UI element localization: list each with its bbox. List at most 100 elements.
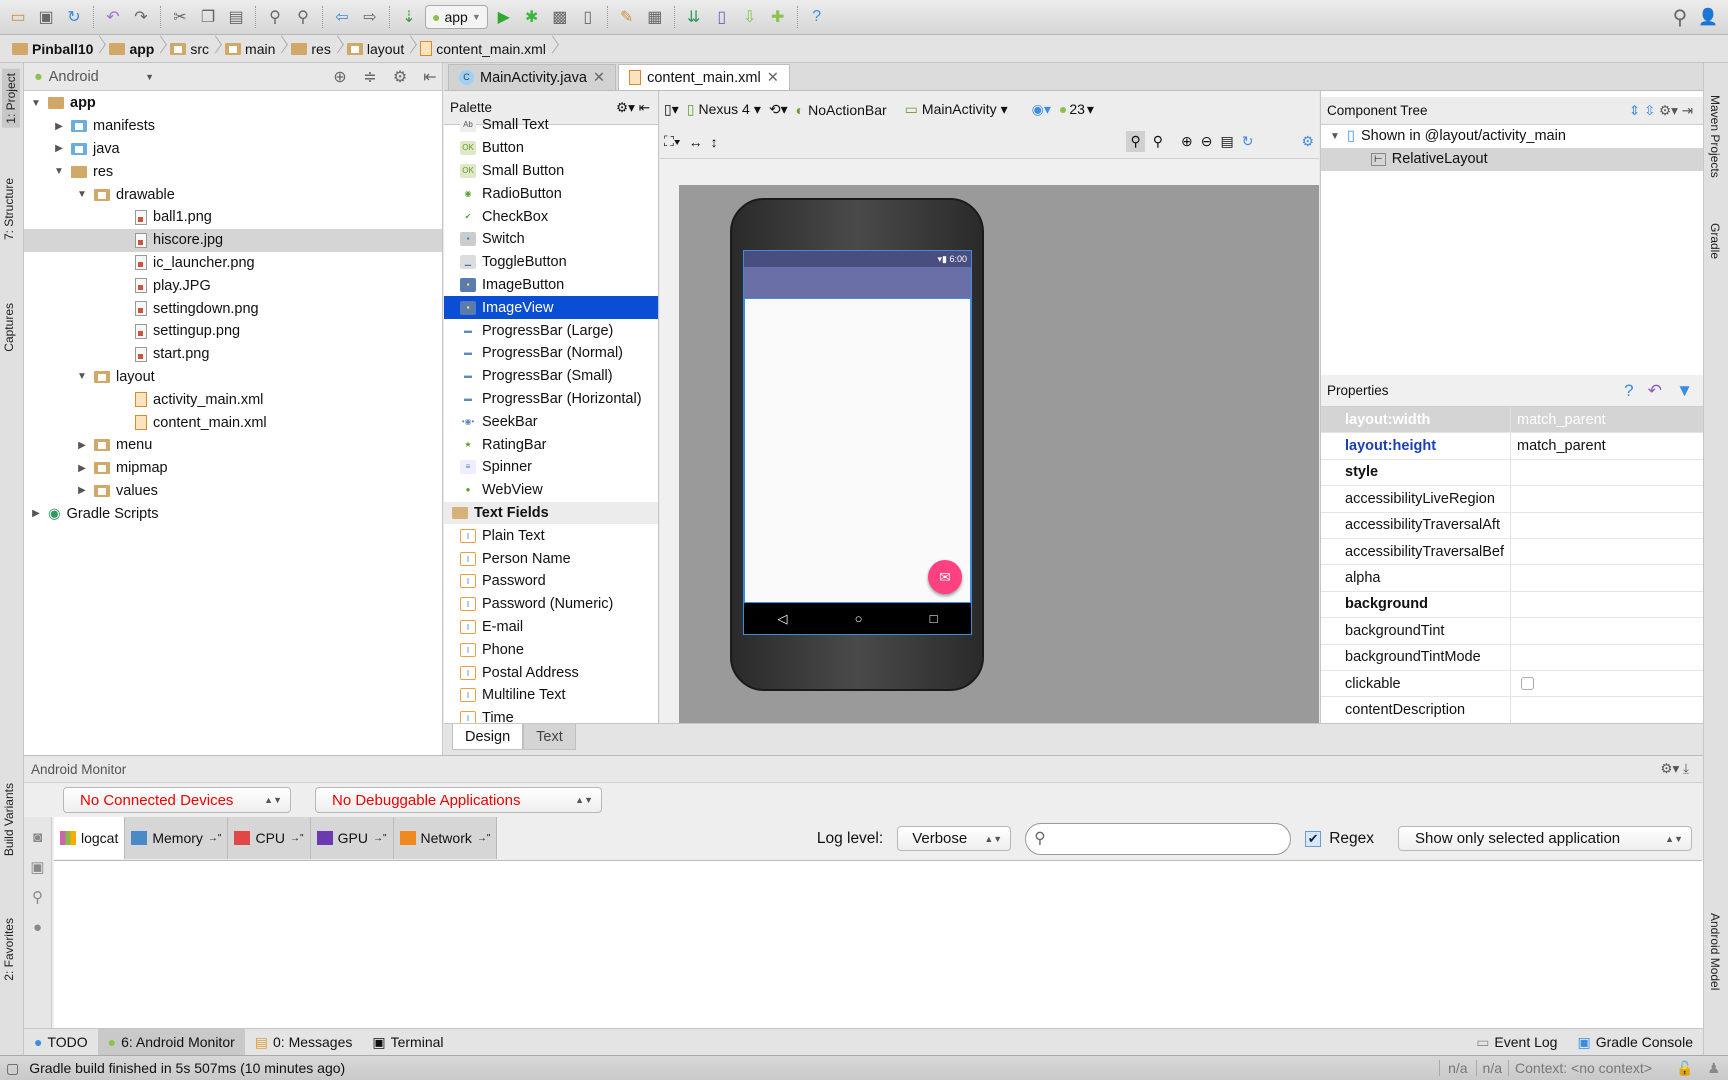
breadcrumb-src[interactable]: src (168, 41, 223, 57)
tab-logcat[interactable]: logcat (54, 817, 126, 859)
property-row[interactable]: accessibilityTraversalBef (1321, 538, 1703, 566)
tree-item[interactable]: content_main.xml (24, 411, 442, 434)
refresh-icon[interactable]: ↻ (1242, 133, 1254, 150)
user-icon[interactable]: 👤 (1696, 5, 1720, 29)
terminate-icon[interactable]: ● (24, 913, 51, 943)
theme-select[interactable]: ◐ NoActionBar (796, 102, 887, 118)
palette-item[interactable]: ▪ ImageButton (444, 274, 658, 297)
expand-all-icon[interactable]: ⇕ (1629, 103, 1640, 118)
property-row[interactable]: accessibilityTraversalAft (1321, 512, 1703, 539)
tree-item-relativelayout[interactable]: ⊢ RelativeLayout (1321, 147, 1703, 171)
orientation-icon[interactable]: ⟲▾ (769, 101, 788, 118)
palette-item[interactable]: OK Small Button (444, 160, 658, 183)
tab-content-main-xml[interactable]: content_main.xml ✕ (618, 64, 790, 90)
scroll-from-source-icon[interactable]: ⊕ (328, 65, 352, 89)
redo-icon[interactable]: ↷ (129, 5, 153, 29)
logcat-search-input[interactable] (1051, 830, 1272, 847)
breadcrumb-project[interactable]: Pinball10 (10, 41, 107, 57)
palette-item[interactable]: I E-mail (444, 616, 658, 639)
collapsed-arrow-icon[interactable]: ▶ (53, 121, 65, 132)
find-icon[interactable]: ⚲ (263, 5, 287, 29)
filter-dropdown[interactable]: Show only selected application ▲▼ (1398, 826, 1692, 851)
logcat-search-field[interactable]: ⚲ (1025, 822, 1292, 855)
help-icon[interactable]: ? (1624, 381, 1633, 400)
tree-item[interactable]: ball1.png (24, 206, 442, 229)
tool-tab-maven[interactable]: Maven Projects (1708, 95, 1722, 178)
palette-item[interactable]: ● WebView (444, 479, 658, 502)
property-row[interactable]: layout:height match_parent (1321, 433, 1703, 460)
property-row[interactable]: layout:width match_parent (1321, 407, 1703, 434)
save-icon[interactable]: ▣ (34, 5, 58, 29)
device-select[interactable]: ▯ Nexus 4 ▾ (687, 101, 761, 118)
tool-tab-favorites[interactable]: 2: Favorites (2, 918, 16, 981)
help-icon[interactable]: ? (805, 5, 829, 29)
fab-button[interactable]: ✉ (928, 560, 962, 594)
palette-item[interactable]: Ab Small Text (444, 114, 658, 137)
tree-item[interactable]: hiscore.jpg (24, 228, 442, 252)
toggle-tool-windows-icon[interactable]: ▢ (6, 1060, 19, 1077)
run-icon[interactable]: ▶ (492, 5, 516, 29)
log-level-dropdown[interactable]: Verbose ▲▼ (897, 826, 1012, 851)
status-message[interactable]: Gradle build finished in 5s 507ms (10 mi… (29, 1060, 345, 1076)
tree-item[interactable]: ▶ mipmap (24, 457, 442, 480)
tool-tab-captures[interactable]: Captures (2, 303, 16, 352)
tool-tab-terminal[interactable]: ▣ Terminal (362, 1029, 453, 1056)
project-structure-icon[interactable]: ✎ (615, 5, 639, 29)
palette-item[interactable]: ★ RatingBar (444, 433, 658, 456)
pin-icon[interactable]: →" (477, 833, 491, 844)
hprof-icon[interactable]: ⚲ (24, 883, 51, 913)
property-row[interactable]: accessibilityLiveRegion (1321, 486, 1703, 513)
tab-design[interactable]: Design (452, 724, 524, 750)
palette-item[interactable]: •◉• SeekBar (444, 410, 658, 433)
tab-text[interactable]: Text (523, 724, 576, 750)
property-row[interactable]: backgroundTint (1321, 618, 1703, 645)
breadcrumb-layout[interactable]: layout (345, 41, 418, 57)
regex-checkbox[interactable]: ✔ Regex (1305, 830, 1374, 848)
open-folder-icon[interactable]: ▭ (6, 5, 30, 29)
search-icon[interactable]: ⚲ (1668, 5, 1692, 29)
palette-item[interactable]: ▁ ToggleButton (444, 251, 658, 274)
collapsed-arrow-icon[interactable]: ▶ (76, 440, 88, 451)
tree-item-shown-in[interactable]: ▼ ▯ Shown in @layout/activity_main (1321, 125, 1703, 148)
hide-panel-icon[interactable]: ⇤ (639, 100, 650, 115)
property-row[interactable]: alpha (1321, 565, 1703, 592)
property-row[interactable]: contentDescription (1321, 697, 1703, 723)
property-value[interactable] (1511, 618, 1703, 643)
property-value[interactable] (1511, 645, 1703, 670)
tree-item[interactable]: ▼ layout (24, 366, 442, 389)
palette-item[interactable]: ▬ ProgressBar (Large) (444, 319, 658, 342)
close-icon[interactable]: ✕ (767, 70, 779, 86)
property-value[interactable]: match_parent (1511, 433, 1703, 458)
property-row[interactable]: background (1321, 591, 1703, 619)
palette-item[interactable]: ◉ RadioButton (444, 182, 658, 205)
tab-network[interactable]: Network →" (393, 817, 498, 859)
tree-item[interactable]: activity_main.xml (24, 388, 442, 411)
device-monitor-icon[interactable]: ▯ (576, 5, 600, 29)
property-row[interactable]: style (1321, 459, 1703, 487)
tab-cpu[interactable]: CPU →" (228, 817, 311, 859)
collapse-all-icon[interactable]: ≑ (358, 65, 382, 89)
palette-item[interactable]: I Person Name (444, 547, 658, 570)
tree-item[interactable]: ▶ manifests (24, 115, 442, 138)
content-area[interactable]: ✉ (744, 298, 971, 603)
filter-icon[interactable]: ▼ (1676, 381, 1693, 400)
property-row[interactable]: clickable (1321, 670, 1703, 698)
expanded-arrow-icon[interactable]: ▼ (30, 98, 42, 109)
zoom-in-icon[interactable]: ⊕ (1181, 133, 1193, 150)
attach-debugger-icon[interactable]: ▩ (548, 5, 572, 29)
property-value[interactable] (1511, 486, 1703, 511)
settings-gear-icon[interactable]: ⚙ (1301, 133, 1314, 150)
screenshot-icon[interactable]: ◙ (24, 823, 51, 853)
copy-icon[interactable]: ❐ (196, 5, 220, 29)
tree-item[interactable]: start.png (24, 343, 442, 366)
paste-icon[interactable]: ▤ (224, 5, 248, 29)
replace-icon[interactable]: ⚲ (291, 5, 315, 29)
property-value[interactable] (1511, 513, 1703, 538)
pin-icon[interactable]: →" (373, 833, 387, 844)
logcat-output[interactable] (54, 861, 1703, 1029)
palette-item[interactable]: I Multiline Text (444, 684, 658, 707)
tool-tab-todo[interactable]: ● TODO (24, 1029, 98, 1056)
palette-item[interactable]: I Password (Numeric) (444, 593, 658, 616)
breadcrumb-main[interactable]: main (223, 41, 289, 57)
android-device-icon[interactable]: ✚ (766, 5, 790, 29)
